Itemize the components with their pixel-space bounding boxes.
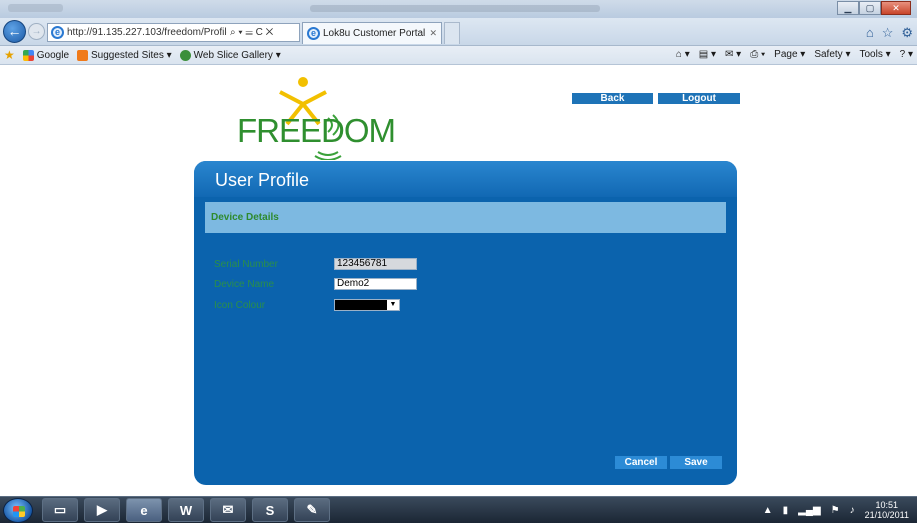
taskbar-apps: ▭ ▶ e W ✉ S ✎ bbox=[42, 498, 330, 522]
tab-close-icon[interactable]: ✕ bbox=[429, 28, 437, 39]
safety-menu[interactable]: Safety ▾ bbox=[814, 49, 850, 60]
icon-colour-label: Icon Colour bbox=[214, 299, 266, 311]
close-window-button[interactable]: ✕ bbox=[881, 1, 911, 15]
favorite-suggested-sites[interactable]: Suggested Sites ▾ bbox=[77, 49, 172, 61]
serial-number-field: 123456781 bbox=[334, 258, 417, 270]
home-icon[interactable]: ⌂ bbox=[866, 25, 874, 41]
outlook-app-icon[interactable]: ✉ bbox=[210, 498, 246, 522]
panel-title: User Profile bbox=[194, 161, 737, 197]
network-icon[interactable]: ▮ bbox=[783, 505, 789, 516]
system-clock[interactable]: 10:51 21/10/2011 bbox=[865, 500, 909, 520]
window-title-bar: ▁ ▢ ✕ bbox=[0, 0, 917, 18]
cancel-button[interactable]: Cancel bbox=[615, 456, 667, 469]
device-name-input[interactable]: Demo2 bbox=[334, 278, 417, 290]
windows-logo-icon bbox=[13, 506, 25, 517]
skype-app-icon[interactable]: S bbox=[252, 498, 288, 522]
clock-date: 21/10/2011 bbox=[864, 510, 909, 520]
tab-title: Lok8u Customer Portal - U... bbox=[323, 28, 426, 39]
device-name-row: Device Name Demo2 bbox=[214, 278, 417, 290]
word-app-icon[interactable]: W bbox=[168, 498, 204, 522]
browser-back-button[interactable]: ← bbox=[3, 20, 26, 43]
browser-forward-button[interactable]: → bbox=[28, 23, 45, 40]
volume-icon[interactable]: ♪ bbox=[850, 505, 855, 516]
start-button[interactable] bbox=[3, 498, 33, 523]
save-button[interactable]: Save bbox=[670, 456, 722, 469]
maximize-button[interactable]: ▢ bbox=[859, 1, 881, 15]
minimize-button[interactable]: ▁ bbox=[837, 1, 859, 15]
media-player-app-icon[interactable]: ▶ bbox=[84, 498, 120, 522]
show-hidden-icons-icon[interactable]: ▲ bbox=[763, 505, 773, 516]
quick-access-toolbar bbox=[8, 4, 63, 12]
clock-time: 10:51 bbox=[875, 500, 899, 510]
ie-page-icon: e bbox=[51, 26, 64, 39]
device-name-label: Device Name bbox=[214, 278, 275, 290]
chevron-down-icon[interactable]: ▼ bbox=[387, 300, 399, 310]
favorite-google[interactable]: Google bbox=[22, 49, 69, 61]
print-icon[interactable]: ⎙ ▾ bbox=[750, 49, 765, 60]
icon-colour-select[interactable]: ▼ bbox=[334, 299, 400, 311]
action-center-flag-icon[interactable]: ⚑ bbox=[831, 505, 840, 516]
browser-right-icons: ⌂ ☆ ⚙ bbox=[866, 25, 913, 41]
feeds-dropdown-icon[interactable]: ▤ ▾ bbox=[699, 49, 716, 60]
signal-icon[interactable]: ▂▄▆ bbox=[798, 505, 820, 516]
serial-number-row: Serial Number 123456781 bbox=[214, 258, 417, 270]
windows-taskbar: ▭ ▶ e W ✉ S ✎ ▲ ▮ ▂▄▆ ⚑ ♪ 10:51 21/10/20… bbox=[0, 496, 917, 523]
tools-menu[interactable]: Tools ▾ bbox=[859, 49, 890, 60]
help-menu[interactable]: ? ▾ bbox=[900, 49, 913, 60]
window-title-text bbox=[310, 5, 600, 12]
system-tray: ▲ ▮ ▂▄▆ ⚑ ♪ 10:51 21/10/2011 bbox=[763, 500, 909, 520]
browser-tab[interactable]: e Lok8u Customer Portal - U... ✕ bbox=[302, 22, 442, 44]
google-icon bbox=[22, 49, 34, 61]
suggested-sites-icon bbox=[77, 49, 89, 61]
paint-app-icon[interactable]: ✎ bbox=[294, 498, 330, 522]
address-url[interactable]: http://91.135.227.103/freedom/Profile/De… bbox=[67, 27, 227, 38]
freedom-logo: FREEDOM bbox=[232, 74, 396, 161]
section-device-details: Device Details bbox=[205, 202, 726, 233]
form-actions: Cancel Save bbox=[615, 456, 722, 469]
window-controls: ▁ ▢ ✕ bbox=[837, 1, 911, 15]
favorites-icon[interactable]: ★ bbox=[4, 48, 15, 62]
favorites-star-icon[interactable]: ☆ bbox=[882, 25, 894, 41]
logout-button[interactable]: Logout bbox=[658, 93, 740, 104]
explorer-app-icon[interactable]: ▭ bbox=[42, 498, 78, 522]
new-tab-button[interactable] bbox=[444, 22, 460, 44]
address-tools[interactable]: ⌕ ▾ ☰ C ✕ bbox=[230, 27, 273, 38]
header-actions: Back Logout bbox=[572, 93, 740, 104]
home-dropdown-icon[interactable]: ⌂ ▾ bbox=[676, 49, 690, 60]
internet-explorer-app-icon[interactable]: e bbox=[126, 498, 162, 522]
settings-gear-icon[interactable]: ⚙ bbox=[901, 25, 913, 41]
serial-number-label: Serial Number bbox=[214, 258, 278, 270]
address-bar[interactable]: e http://91.135.227.103/freedom/Profile/… bbox=[47, 23, 300, 42]
command-bar: ⌂ ▾ ▤ ▾ ✉ ▾ ⎙ ▾ Page ▾ Safety ▾ Tools ▾ … bbox=[676, 49, 913, 60]
web-slice-icon bbox=[179, 49, 191, 61]
page-menu[interactable]: Page ▾ bbox=[774, 49, 805, 60]
favorite-web-slice-gallery[interactable]: Web Slice Gallery ▾ bbox=[179, 49, 281, 61]
back-button[interactable]: Back bbox=[572, 93, 653, 104]
page-content: FREEDOM Back Logout User Profile Device … bbox=[0, 66, 917, 496]
tab-ie-icon: e bbox=[307, 27, 320, 40]
user-profile-panel: User Profile Device Details Serial Numbe… bbox=[194, 161, 737, 485]
colour-swatch bbox=[335, 300, 387, 310]
logo-text: FREEDOM bbox=[237, 112, 396, 149]
icon-colour-row: Icon Colour ▼ bbox=[214, 299, 400, 311]
browser-navigation-bar: ← → e http://91.135.227.103/freedom/Prof… bbox=[0, 18, 917, 46]
favorites-bar: ★ Google Suggested Sites ▾ Web Slice Gal… bbox=[0, 46, 917, 65]
mail-icon[interactable]: ✉ ▾ bbox=[725, 49, 741, 60]
